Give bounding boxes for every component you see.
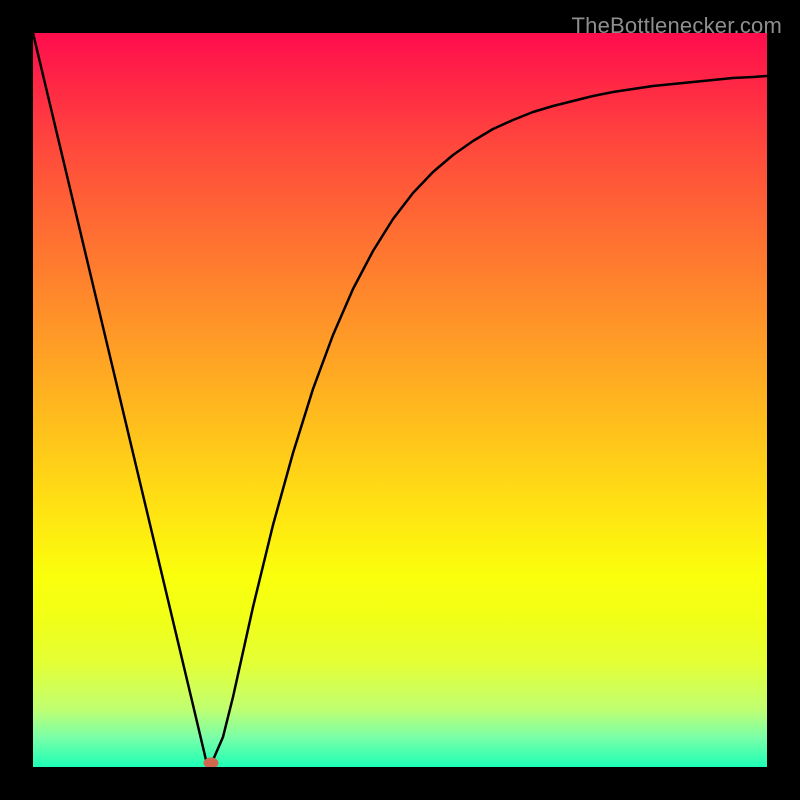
plot-area — [33, 33, 767, 767]
chart-container: TheBottlenecker.com — [0, 0, 800, 800]
curve-svg — [33, 33, 767, 767]
optimum-marker — [204, 758, 219, 768]
bottleneck-curve — [33, 33, 767, 760]
